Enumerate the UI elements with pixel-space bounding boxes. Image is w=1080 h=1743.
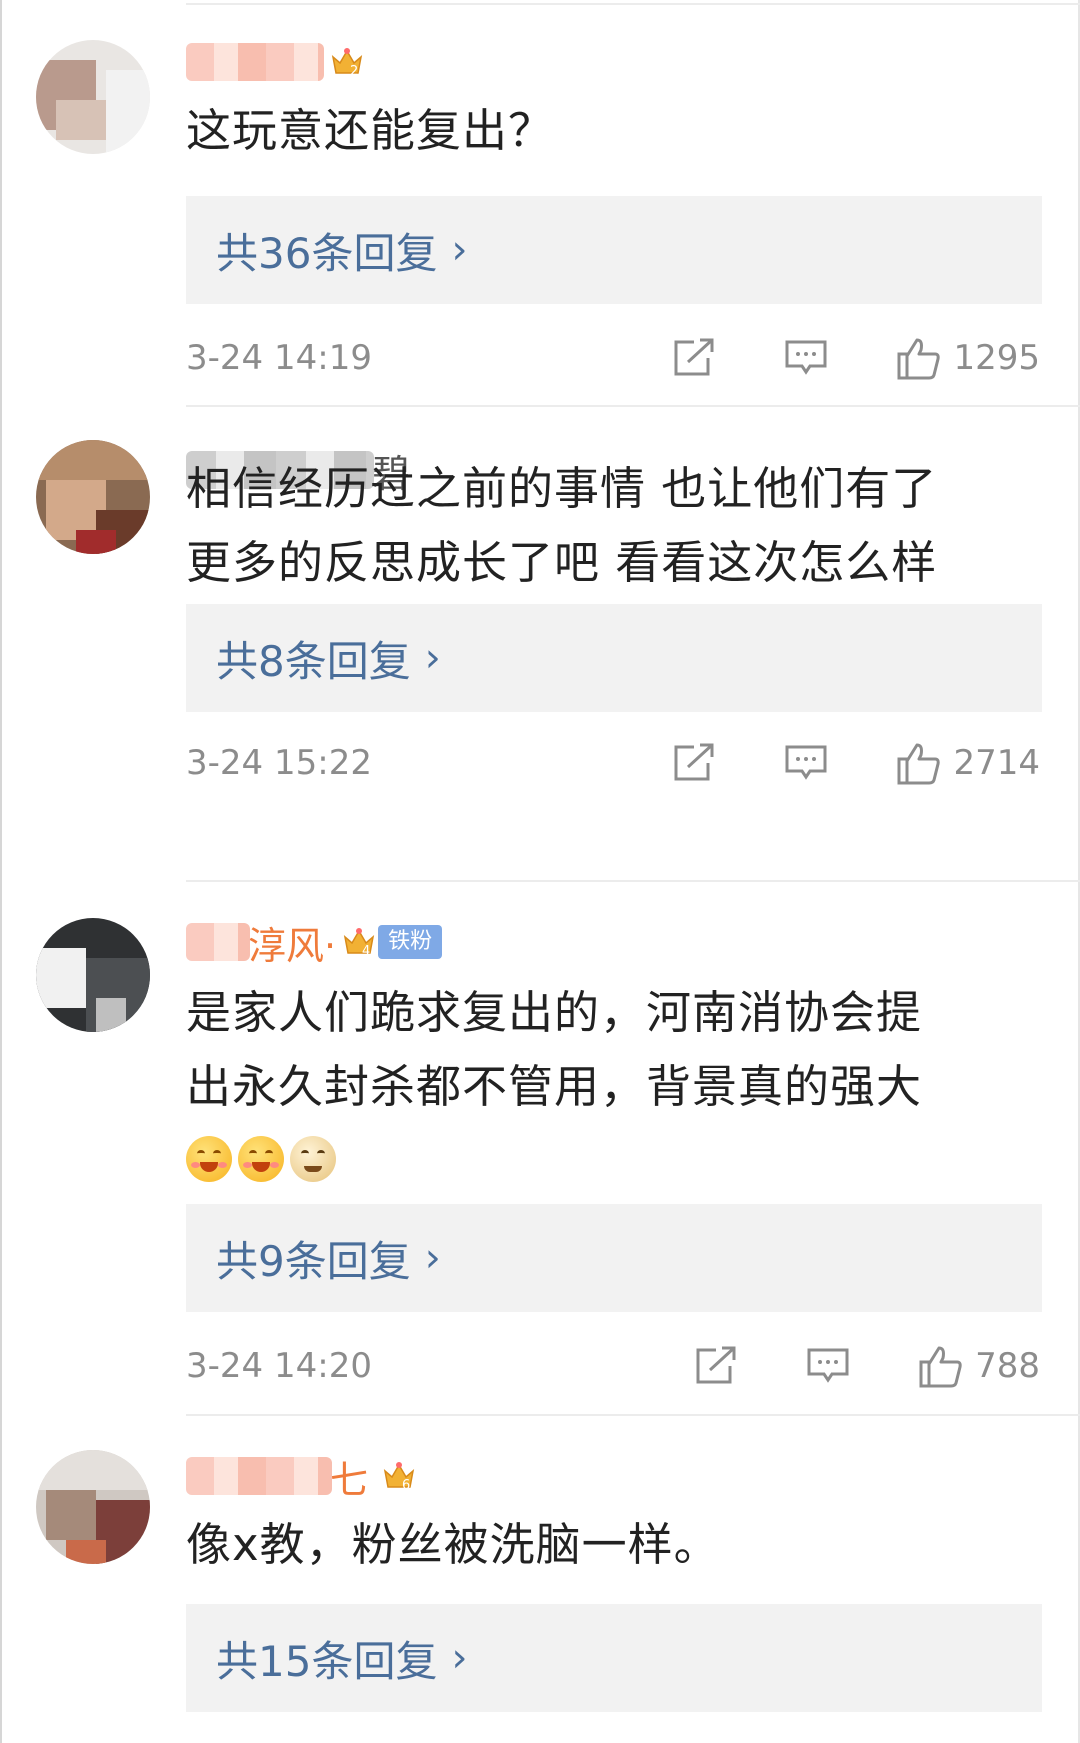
comment-icon[interactable] [783, 338, 829, 378]
comment-icon[interactable] [805, 1346, 851, 1386]
chevron-right-icon: › [424, 1235, 441, 1281]
action-bar: 1295 [671, 336, 1040, 380]
action-bar: 788 [693, 1344, 1040, 1388]
like-count: 1295 [953, 338, 1040, 378]
like-count: 788 [975, 1346, 1040, 1386]
comment-text: 这玩意还能复出？ [186, 104, 555, 157]
svg-text:6: 6 [402, 1478, 410, 1493]
like-count: 2714 [953, 743, 1040, 783]
replies-link[interactable]: 共9条回复 › [186, 1204, 1042, 1312]
username-blurred[interactable] [186, 923, 250, 961]
emoji-row [186, 1136, 336, 1182]
comment-meta: 3-24 14:20 788 [186, 1336, 1040, 1396]
thumbs-up-icon[interactable] [895, 336, 941, 380]
avatar[interactable] [36, 1450, 150, 1564]
replies-link[interactable]: 共15条回复 › [186, 1604, 1042, 1712]
comment-text-line: 更多的反思成长了吧 看看这次怎么样 [186, 536, 938, 589]
replies-link[interactable]: 共36条回复 › [186, 196, 1042, 304]
blushing-emoji [186, 1136, 232, 1182]
share-icon[interactable] [693, 1346, 739, 1386]
chevron-right-icon: › [424, 635, 441, 681]
crown-icon: 6 [382, 1459, 416, 1493]
username-tail[interactable]: 七 [330, 1449, 368, 1504]
comment-text-line: 出永久封杀都不管用，背景真的强大 [186, 1060, 923, 1113]
svg-text:4: 4 [362, 944, 370, 959]
comment-item: 碧 相信经历过之前的事情 也让他们有了 更多的反思成长了吧 看看这次怎么样 共8… [0, 400, 1080, 870]
blushing-emoji [238, 1136, 284, 1182]
username-blurred[interactable] [186, 1457, 332, 1495]
username-row: 2 [186, 36, 364, 88]
comment-text: 相信经历过之前的事情 也让他们有了 更多的反思成长了吧 看看这次怎么样 [186, 452, 1046, 600]
crown-icon: 2 [330, 45, 364, 79]
comment-meta: 3-24 14:19 1295 [186, 328, 1040, 388]
replies-count: 共36条回复 [216, 228, 438, 278]
thumbs-up-icon[interactable] [895, 741, 941, 785]
doge-emoji [290, 1136, 336, 1182]
action-bar: 2714 [671, 741, 1040, 785]
replies-count: 共8条回复 [216, 636, 411, 686]
comment-meta: 3-24 15:22 2714 [186, 733, 1040, 793]
replies-count: 共15条回复 [216, 1636, 438, 1686]
crown-icon: 4 [342, 925, 376, 959]
fan-badge: 铁粉 [378, 925, 443, 959]
share-icon[interactable] [671, 338, 717, 378]
chevron-right-icon: › [451, 1635, 468, 1681]
replies-link[interactable]: 共8条回复 › [186, 604, 1042, 712]
timestamp: 3-24 14:20 [186, 1346, 372, 1386]
timestamp: 3-24 14:19 [186, 338, 372, 378]
comment-text-line: 是家人们跪求复出的，河南消协会提 [186, 986, 923, 1039]
replies-count: 共9条回复 [216, 1236, 411, 1286]
avatar[interactable] [36, 40, 150, 154]
comment-icon[interactable] [783, 743, 829, 783]
share-icon[interactable] [671, 743, 717, 783]
comment-item: 七 6 像x教，粉丝被洗脑一样。 共15条回复 › [0, 1414, 1080, 1743]
svg-text:2: 2 [350, 64, 358, 79]
comment-text-line: 相信经历过之前的事情 也让他们有了 [186, 462, 938, 515]
comment-text: 是家人们跪求复出的，河南消协会提 出永久封杀都不管用，背景真的强大 [186, 976, 1046, 1124]
comment-item: 淳风· 4 铁粉 是家人们跪求复出的，河南消协会提 出永久封杀都不管用，背景真的… [0, 880, 1080, 1410]
avatar[interactable] [36, 918, 150, 1032]
comment-item: 2 这玩意还能复出？ 共36条回复 › 3-24 14:19 1295 [0, 0, 1080, 380]
username-blurred[interactable] [186, 43, 324, 81]
comment-text: 像x教，粉丝被洗脑一样。 [186, 1518, 720, 1571]
avatar[interactable] [36, 440, 150, 554]
username-row: 七 6 [186, 1450, 416, 1502]
username-tail[interactable]: 淳风· [248, 915, 336, 970]
chevron-right-icon: › [451, 227, 468, 273]
thumbs-up-icon[interactable] [917, 1344, 963, 1388]
username-row: 淳风· 4 铁粉 [186, 915, 443, 970]
timestamp: 3-24 15:22 [186, 743, 372, 783]
